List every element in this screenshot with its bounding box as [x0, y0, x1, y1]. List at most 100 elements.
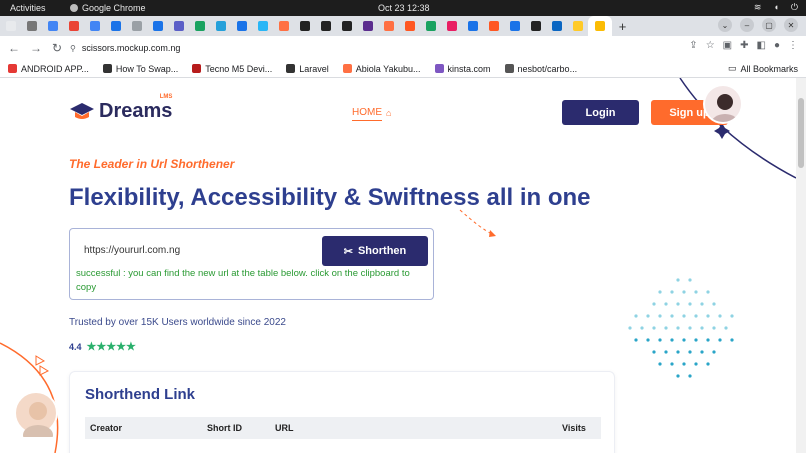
tab-favicon-icon — [173, 21, 184, 31]
browser-tab[interactable] — [231, 16, 252, 36]
bookmark-item[interactable]: Laravel — [286, 64, 329, 74]
menu-icon[interactable]: ⋮ — [788, 40, 798, 51]
sidepanel-icon[interactable]: ◧ — [757, 40, 766, 51]
browser-tab[interactable] — [399, 16, 420, 36]
decorative-dot — [706, 314, 710, 318]
login-button[interactable]: Login — [562, 100, 639, 125]
browser-tab[interactable] — [357, 16, 378, 36]
app-name: Google Chrome — [82, 3, 146, 13]
browser-tab[interactable] — [525, 16, 546, 36]
bookmark-favicon-icon — [8, 64, 17, 73]
browser-tab[interactable] — [126, 16, 147, 36]
decorative-dot — [730, 338, 734, 342]
browser-tab[interactable] — [252, 16, 273, 36]
tab-search-icon[interactable]: ⌄ — [718, 18, 732, 32]
browser-tab[interactable] — [567, 16, 588, 36]
browser-tab[interactable] — [420, 16, 441, 36]
browser-tab[interactable] — [336, 16, 357, 36]
browser-tab[interactable] — [441, 16, 462, 36]
system-tray[interactable]: ≋ ◖ ⏻ — [754, 2, 798, 13]
home-label: HOME — [352, 107, 382, 121]
activities-button[interactable]: Activities — [10, 3, 46, 13]
graduation-cap-icon — [70, 102, 94, 119]
decorative-dot — [688, 302, 692, 306]
rating-stars: ★★★★★ — [87, 340, 136, 353]
browser-tab[interactable] — [189, 16, 210, 36]
browser-tab[interactable] — [147, 16, 168, 36]
browser-tab[interactable] — [546, 16, 567, 36]
tab-favicon-icon — [299, 21, 310, 31]
page-scrollbar[interactable] — [796, 78, 806, 453]
browser-tab[interactable] — [105, 16, 126, 36]
browser-tab[interactable] — [210, 16, 231, 36]
bookmark-item[interactable]: Abiola Yakubu... — [342, 64, 421, 74]
browser-tab[interactable] — [315, 16, 336, 36]
decorative-dot — [706, 338, 710, 342]
minimize-icon[interactable]: – — [740, 18, 754, 32]
decorative-dot — [658, 290, 662, 294]
close-window-icon[interactable]: ✕ — [784, 18, 798, 32]
decorative-dot — [688, 374, 692, 378]
decorative-dot — [676, 374, 680, 378]
tab-favicon-icon — [362, 21, 373, 31]
col-url[interactable]: URL — [275, 423, 294, 433]
browser-tab[interactable] — [63, 16, 84, 36]
browser-tab[interactable] — [294, 16, 315, 36]
bookmark-item[interactable]: Tecno M5 Devi... — [192, 64, 272, 74]
all-bookmarks-button[interactable]: ▭ All Bookmarks — [728, 63, 798, 74]
col-visits[interactable]: Visits — [562, 423, 586, 433]
col-short-id[interactable]: Short ID — [207, 423, 242, 433]
restore-icon[interactable]: ▢ — [762, 18, 776, 32]
browser-tab[interactable] — [504, 16, 525, 36]
power-icon: ⏻ — [790, 2, 798, 12]
browser-toolbar: ← → ↻ ⚲ scissors.mockup.com.ng ⇪ ☆ ▣ ✚ ◧… — [0, 36, 806, 60]
scrollbar-thumb[interactable] — [798, 98, 804, 168]
browser-tab[interactable] — [273, 16, 294, 36]
bookmark-star-icon[interactable]: ☆ — [706, 40, 715, 51]
success-message: successful : you can find the new url at… — [76, 268, 410, 293]
tab-favicon-icon — [551, 21, 562, 31]
forward-icon[interactable]: → — [30, 41, 42, 55]
site-logo[interactable]: Dreams LMS — [69, 94, 172, 123]
col-creator[interactable]: Creator — [90, 423, 122, 433]
clock[interactable]: Oct 23 12:38 — [378, 3, 430, 13]
table-title: Shorthend Link — [85, 386, 195, 403]
bookmark-label: Tecno M5 Devi... — [205, 63, 273, 74]
avatar — [14, 391, 58, 445]
app-indicator[interactable]: Google Chrome — [70, 3, 146, 13]
nav-home-link[interactable]: HOME ⌂ — [352, 107, 391, 121]
decorative-dot — [676, 350, 680, 354]
bookmark-item[interactable]: ANDROID APP... — [8, 64, 89, 74]
bookmark-item[interactable]: How To Swap... — [102, 64, 178, 74]
decorative-dot — [694, 338, 698, 342]
browser-tab[interactable] — [588, 16, 612, 36]
reload-icon[interactable]: ↻ — [52, 41, 62, 55]
bookmark-item[interactable]: kinsta.com — [434, 63, 491, 74]
url-input[interactable] — [84, 240, 314, 260]
browser-tab[interactable] — [42, 16, 63, 36]
browser-tab[interactable] — [84, 16, 105, 36]
browser-tab[interactable] — [483, 16, 504, 36]
browser-tab[interactable] — [168, 16, 189, 36]
extension-icon[interactable]: ▣ — [723, 40, 732, 51]
browser-tab[interactable] — [462, 16, 483, 36]
address-bar[interactable]: ⚲ scissors.mockup.com.ng — [62, 39, 632, 57]
tab-favicon-icon — [47, 21, 58, 31]
new-tab-icon[interactable]: + — [612, 16, 633, 36]
profile-avatar-icon[interactable]: ● — [774, 40, 780, 51]
browser-tab[interactable] — [378, 16, 399, 36]
browser-tab[interactable] — [21, 16, 42, 36]
shorten-button[interactable]: ✂ Shorthen — [322, 236, 428, 266]
bookmark-label: kinsta.com — [447, 63, 491, 74]
tab-favicon-icon — [257, 21, 268, 31]
browser-tab[interactable] — [0, 16, 21, 36]
share-icon[interactable]: ⇪ — [689, 40, 697, 51]
home-icon: ⌂ — [386, 108, 392, 118]
decorative-dot — [694, 290, 698, 294]
decorative-dot — [664, 326, 668, 330]
bookmark-item[interactable]: nesbot/carbo... — [504, 64, 577, 74]
extensions-puzzle-icon[interactable]: ✚ — [740, 40, 748, 51]
back-icon[interactable]: ← — [8, 41, 20, 55]
rating: 4.4 ★★★★★ — [69, 340, 136, 353]
site-info-icon[interactable]: ⚲ — [70, 44, 76, 53]
